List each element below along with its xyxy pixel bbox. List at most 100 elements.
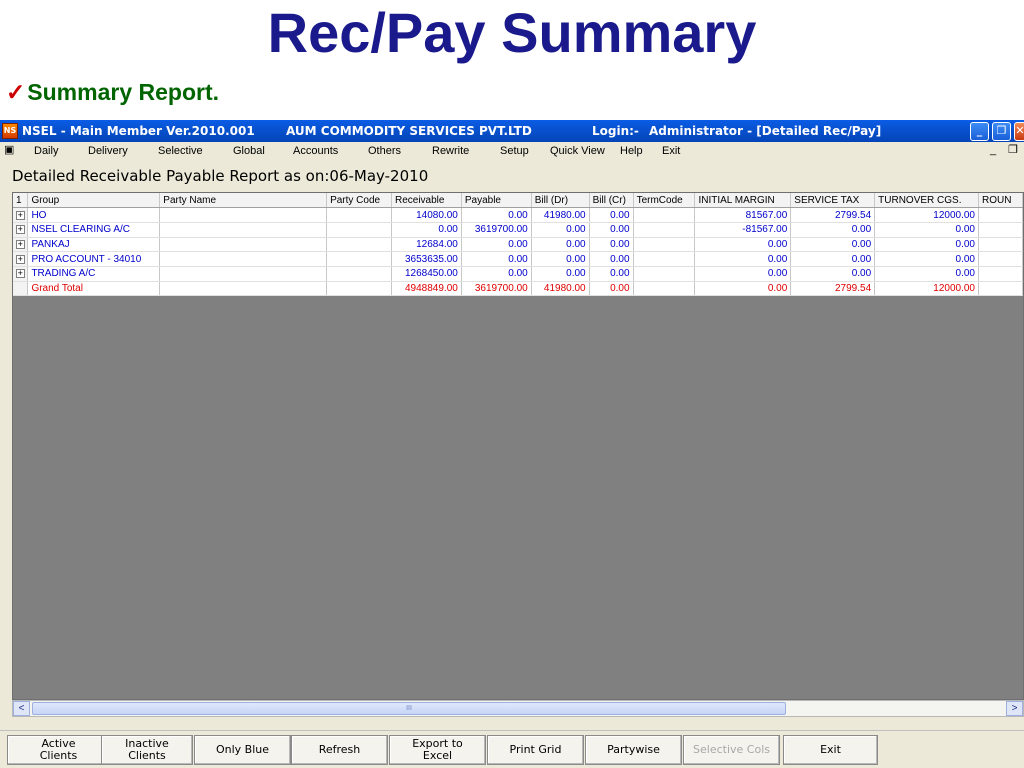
col-header-party-name[interactable]: Party Name (159, 193, 328, 209)
mdi-minimize-button[interactable]: _ (990, 144, 996, 157)
cell-party-code (326, 207, 392, 223)
menu-accounts[interactable]: Accounts (293, 145, 338, 158)
cell-service-tax: 2799.54 (790, 207, 876, 223)
cell-term-code (633, 251, 696, 267)
menu-setup[interactable]: Setup (500, 145, 529, 158)
grid-table: 1 Group Party Name Party Code Receivable… (13, 193, 1023, 297)
app-icon[interactable]: NS (2, 123, 18, 139)
row-expander[interactable]: + (13, 222, 29, 238)
cell-party-name (159, 237, 328, 253)
cell-initial-margin: 0.00 (694, 281, 792, 297)
close-button[interactable]: ✕ (1014, 122, 1024, 141)
inactive-clients-button[interactable]: Inactive Clients (101, 735, 193, 765)
slide-subtitle: ✓Summary Report. (6, 78, 219, 106)
col-header-bill-cr[interactable]: Bill (Cr) (589, 193, 634, 209)
col-header-turnover-cgs[interactable]: TURNOVER CGS. (874, 193, 979, 209)
col-header-service-tax[interactable]: SERVICE TAX (790, 193, 876, 209)
inactive-clients-line2: Clients (128, 749, 166, 762)
scroll-thumb[interactable]: III (32, 702, 786, 715)
button-bar: Active Clients Inactive Clients Only Blue … (0, 730, 1024, 768)
print-grid-button[interactable]: Print Grid (487, 735, 584, 765)
active-clients-button[interactable]: Active Clients (7, 735, 110, 765)
cell-roun (978, 207, 1023, 223)
expand-icon[interactable]: + (15, 225, 25, 235)
horizontal-scrollbar[interactable]: < III > (12, 700, 1024, 717)
cell-turnover-cgs: 0.00 (874, 251, 979, 267)
col-header-payable[interactable]: Payable (461, 193, 532, 209)
col-header-term-code[interactable]: TermCode (633, 193, 696, 209)
menu-daily[interactable]: Daily (34, 145, 58, 158)
grid-corner[interactable]: 1 (13, 193, 29, 209)
cell-roun (978, 222, 1023, 238)
cell-term-code (633, 266, 696, 282)
only-blue-label: Only Blue (215, 743, 270, 756)
cell-receivable: 3653635.00 (391, 251, 462, 267)
table-row[interactable]: + HO 14080.00 0.00 41980.00 0.00 81567.0… (13, 207, 1023, 223)
cell-turnover-cgs: 0.00 (874, 237, 979, 253)
col-header-bill-dr[interactable]: Bill (Dr) (531, 193, 590, 209)
col-header-group[interactable]: Group (27, 193, 161, 209)
cell-initial-margin: 81567.00 (694, 207, 792, 223)
menubar: ▣ Daily Delivery Selective Global Accoun… (0, 142, 1024, 160)
slide-title: Rec/Pay Summary (267, 1, 757, 64)
expand-icon[interactable]: + (15, 254, 25, 264)
cell-term-code (633, 281, 696, 297)
check-icon: ✓ (6, 79, 26, 105)
menu-exit[interactable]: Exit (662, 145, 680, 158)
cell-term-code (633, 207, 696, 223)
col-header-party-code[interactable]: Party Code (326, 193, 392, 209)
grid-header-row: 1 Group Party Name Party Code Receivable… (13, 193, 1023, 209)
scroll-left-button[interactable]: < (13, 701, 30, 716)
report-grid[interactable]: 1 Group Party Name Party Code Receivable… (12, 192, 1024, 700)
row-expander[interactable]: + (13, 207, 29, 223)
scroll-right-button[interactable]: > (1006, 701, 1023, 716)
cell-party-name (159, 222, 328, 238)
refresh-button[interactable]: Refresh (291, 735, 388, 765)
menu-global[interactable]: Global (233, 145, 265, 158)
col-header-initial-margin[interactable]: INITIAL MARGIN (694, 193, 792, 209)
expand-icon[interactable]: + (15, 239, 25, 249)
mdi-child-icon[interactable]: ▣ (4, 144, 18, 157)
app-window: NS NSEL - Main Member Ver.2010.001 AUM C… (0, 120, 1024, 768)
row-expander[interactable]: + (13, 237, 29, 253)
window-titlebar[interactable]: NS NSEL - Main Member Ver.2010.001 AUM C… (0, 120, 1024, 142)
cell-bill-cr: 0.00 (589, 266, 634, 282)
row-expander[interactable]: + (13, 251, 29, 267)
menu-selective[interactable]: Selective (158, 145, 203, 158)
col-header-roun[interactable]: ROUN (978, 193, 1023, 209)
mdi-restore-button[interactable]: ❐ (1008, 144, 1018, 157)
export-to-excel-button[interactable]: Export to Excel (389, 735, 486, 765)
col-header-receivable[interactable]: Receivable (391, 193, 462, 209)
cell-roun (978, 251, 1023, 267)
exit-label: Exit (820, 743, 841, 756)
cell-roun (978, 237, 1023, 253)
menu-delivery[interactable]: Delivery (88, 145, 128, 158)
menu-help[interactable]: Help (620, 145, 643, 158)
expand-icon[interactable]: + (15, 269, 25, 279)
restore-button[interactable]: ❐ (992, 122, 1011, 141)
window-title-app: NSEL - Main Member Ver.2010.001 (22, 124, 255, 138)
row-expander[interactable]: + (13, 266, 29, 282)
table-row[interactable]: + PANKAJ 12684.00 0.00 0.00 0.00 0.00 0.… (13, 237, 1023, 253)
minimize-button[interactable]: _ (970, 122, 989, 141)
exit-button[interactable]: Exit (783, 735, 878, 765)
cell-party-code (326, 281, 392, 297)
table-row[interactable]: + NSEL CLEARING A/C 0.00 3619700.00 0.00… (13, 222, 1023, 238)
menu-quick-view[interactable]: Quick View (550, 145, 605, 158)
partywise-button[interactable]: Partywise (585, 735, 682, 765)
cell-receivable: 4948849.00 (391, 281, 462, 297)
report-panel: Detailed Receivable Payable Report as on… (2, 160, 1024, 728)
cell-group: TRADING A/C (27, 266, 161, 282)
menu-rewrite[interactable]: Rewrite (432, 145, 469, 158)
cell-party-code (326, 266, 392, 282)
table-row[interactable]: + TRADING A/C 1268450.00 0.00 0.00 0.00 … (13, 266, 1023, 282)
cell-bill-dr: 0.00 (531, 222, 590, 238)
cell-roun (978, 281, 1023, 297)
cell-group: HO (27, 207, 161, 223)
expand-icon[interactable]: + (15, 210, 25, 220)
cell-bill-cr: 0.00 (589, 237, 634, 253)
table-row[interactable]: + PRO ACCOUNT - 34010 3653635.00 0.00 0.… (13, 251, 1023, 267)
grand-total-row[interactable]: Grand Total 4948849.00 3619700.00 41980.… (13, 281, 1023, 297)
menu-others[interactable]: Others (368, 145, 401, 158)
only-blue-button[interactable]: Only Blue (194, 735, 291, 765)
